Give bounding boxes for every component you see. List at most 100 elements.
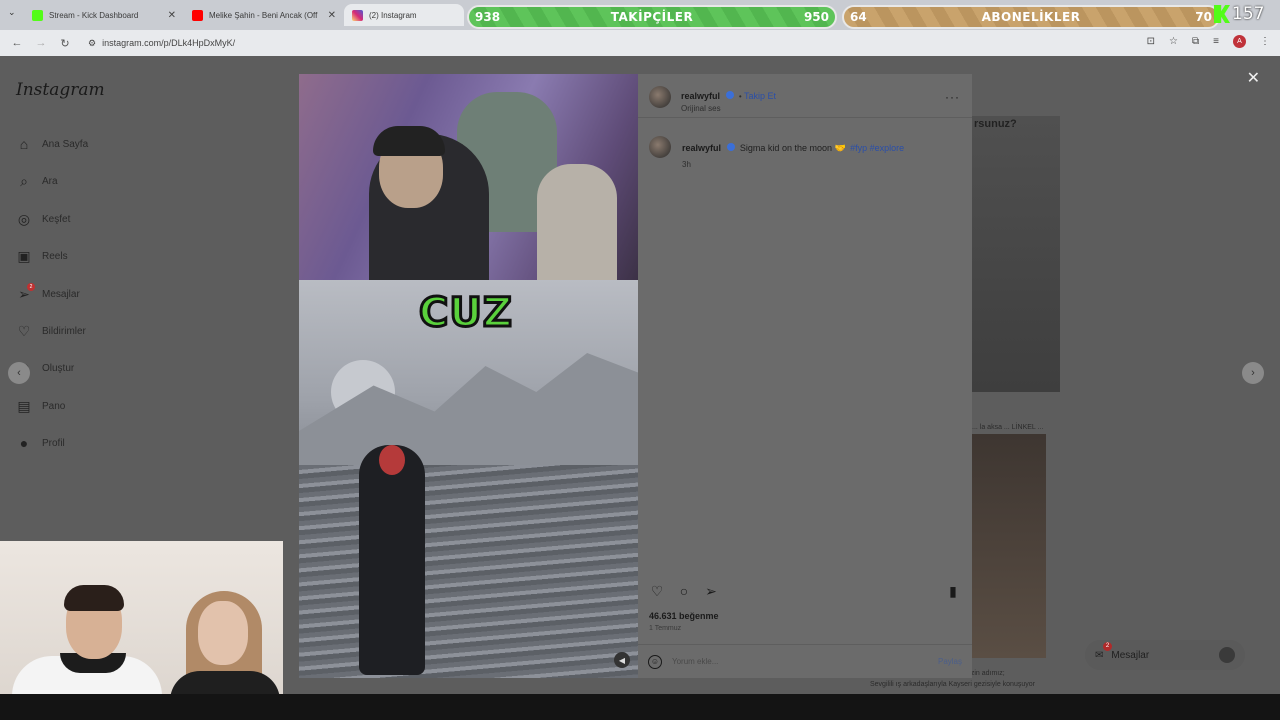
post-caption: realwyful Sigma kid on the moon 🤝 #fyp #… bbox=[682, 138, 962, 169]
comment-box: ☺ Yorum ekle... Paylaş bbox=[638, 644, 972, 678]
messages-badge: 2 bbox=[27, 283, 35, 291]
subs-current: 64 bbox=[850, 10, 867, 24]
sidebar-item-label: Reels bbox=[42, 250, 68, 262]
youtube-favicon-icon bbox=[192, 9, 203, 21]
comment-input[interactable]: Yorum ekle... bbox=[672, 657, 928, 666]
feed-thumbnail[interactable] bbox=[972, 434, 1046, 658]
comment-icon[interactable]: ○ bbox=[675, 582, 693, 600]
sidebar-item-label: Ara bbox=[42, 175, 58, 187]
webcam-person-head bbox=[198, 601, 248, 665]
video-gameplay: CUZ bbox=[299, 280, 638, 678]
sidebar-item-explore[interactable]: ◎ Keşfet bbox=[16, 211, 70, 227]
prev-post-button[interactable]: ‹ bbox=[8, 362, 30, 384]
author-avatar[interactable] bbox=[649, 86, 671, 108]
sidebar-item-notifications[interactable]: ♡ Bildirimler bbox=[16, 323, 86, 339]
messages-pill[interactable]: ✉ 2 Mesajlar bbox=[1085, 640, 1245, 670]
messages-badge: 2 bbox=[1103, 642, 1112, 651]
followers-label: TAKİPÇİLER bbox=[610, 10, 694, 24]
thumbnail-caption: Sevgilili ış arkadaşlarıyla Kayseri gezi… bbox=[870, 681, 1035, 688]
messenger-icon: ➢ 2 bbox=[16, 283, 35, 302]
forward-icon[interactable]: → bbox=[34, 37, 48, 49]
more-options-icon[interactable]: ··· bbox=[945, 90, 960, 104]
sidebar-item-label: Keşfet bbox=[42, 213, 71, 225]
bookmark-star-icon[interactable]: ☆ bbox=[1169, 36, 1178, 47]
like-heart-icon[interactable]: ♡ bbox=[648, 582, 666, 600]
tab-kick-dashboard[interactable]: Stream - Kick Dashboard ✕ bbox=[24, 4, 184, 26]
sidebar-item-label: Bildirimler bbox=[42, 325, 86, 337]
streamer-webcam bbox=[0, 541, 283, 700]
post-video[interactable]: CUZ ◀ bbox=[299, 74, 638, 678]
sidebar-item-label: Profil bbox=[42, 437, 65, 449]
followers-goal-bar: 938 TAKİPÇİLER 950 bbox=[467, 5, 837, 29]
dashboard-icon: ▤ bbox=[17, 397, 31, 414]
feed-thumbnail[interactable] bbox=[972, 116, 1060, 392]
post-comment-button[interactable]: Paylaş bbox=[938, 657, 962, 666]
audio-label[interactable]: Orijinal ses bbox=[681, 104, 776, 113]
share-icon[interactable]: ➢ bbox=[702, 582, 720, 600]
sidebar-item-profile[interactable]: ● Profil bbox=[16, 435, 65, 451]
tab-instagram[interactable]: (2) Instagram bbox=[344, 4, 464, 26]
video-facecam bbox=[299, 74, 638, 280]
reload-icon[interactable]: ↻ bbox=[58, 37, 72, 50]
sidebar-item-label: Ana Sayfa bbox=[42, 138, 89, 150]
extensions-icon[interactable]: ⧉ bbox=[1192, 36, 1199, 47]
verified-badge-icon bbox=[727, 142, 736, 151]
caption-hashtags[interactable]: #fyp #explore bbox=[850, 143, 904, 153]
game-character-head bbox=[379, 445, 405, 475]
thumbnail-caption: ... la aksa ... LİNKEL ... bbox=[972, 424, 1044, 431]
kick-viewer-badge: 157 bbox=[1214, 4, 1264, 24]
site-info-icon[interactable]: ⚙ bbox=[88, 38, 96, 49]
install-icon[interactable]: ⊡ bbox=[1147, 36, 1155, 47]
emoji-icon[interactable]: ☺ bbox=[648, 654, 662, 669]
close-tab-icon[interactable]: ✕ bbox=[328, 10, 336, 21]
tab-label: Melike Şahin - Beni Ancak (Off bbox=[209, 10, 318, 20]
webcam-person-hair bbox=[64, 585, 124, 611]
url-field[interactable]: ⚙ instagram.com/p/DLk4HpDxMyK/ bbox=[88, 38, 235, 49]
thumbnail-overlay-text: rsunuz? bbox=[974, 118, 1017, 130]
compass-icon: ◎ bbox=[17, 210, 31, 227]
tab-label: Stream - Kick Dashboard bbox=[49, 10, 139, 20]
media-control-icon[interactable]: ≡ bbox=[1213, 36, 1219, 47]
url-text: instagram.com/p/DLk4HpDxMyK/ bbox=[102, 38, 236, 48]
sidebar-item-messages[interactable]: ➢ 2 Mesajlar bbox=[16, 283, 80, 302]
video-person bbox=[537, 164, 617, 280]
subs-label: ABONELİKLER bbox=[981, 10, 1081, 24]
profile-avatar[interactable]: A bbox=[1233, 35, 1246, 48]
next-post-button[interactable]: › bbox=[1242, 362, 1264, 384]
kick-favicon-icon bbox=[32, 9, 43, 21]
instagram-logo[interactable]: Instagram bbox=[16, 80, 105, 100]
game-mountains bbox=[299, 353, 638, 470]
back-icon[interactable]: ← bbox=[10, 37, 24, 49]
avatar bbox=[1219, 647, 1235, 663]
menu-kebab-icon[interactable]: ⋮ bbox=[1260, 36, 1270, 47]
post-details-panel: realwyful • Takip Et Orijinal ses ··· re… bbox=[638, 74, 972, 678]
tab-search-icon[interactable]: ⌄ bbox=[8, 7, 16, 18]
like-count[interactable]: 46.631 beğenme bbox=[649, 611, 719, 621]
sidebar-item-search[interactable]: ⌕ Ara bbox=[16, 173, 58, 189]
volume-icon[interactable]: ◀ bbox=[614, 652, 630, 668]
post-date: 1 Temmuz bbox=[649, 625, 682, 632]
tab-label: (2) Instagram bbox=[369, 10, 417, 20]
browser-addressbar: ← → ↻ ⚙ instagram.com/p/DLk4HpDxMyK/ ⊡ ☆… bbox=[0, 30, 1280, 56]
viewer-count: 157 bbox=[1232, 4, 1265, 24]
post-header: realwyful • Takip Et Orijinal ses ··· bbox=[638, 74, 972, 118]
save-bookmark-icon[interactable]: ▮ bbox=[944, 582, 962, 600]
author-username[interactable]: realwyful bbox=[681, 91, 720, 101]
followers-goal: 950 bbox=[803, 10, 829, 24]
sidebar-item-dashboard[interactable]: ▤ Pano bbox=[16, 398, 65, 414]
sidebar-item-reels[interactable]: ▣ Reels bbox=[16, 248, 68, 264]
sidebar-item-label: Pano bbox=[42, 400, 66, 412]
close-icon[interactable]: ✕ bbox=[1247, 68, 1260, 88]
subs-goal-bar: 64 ABONELİKLER 70 bbox=[842, 5, 1220, 29]
post-modal: CUZ ◀ realwyful • Takip Et Orijinal ses … bbox=[299, 74, 972, 678]
taskbar-strip bbox=[0, 694, 1280, 720]
messages-pill-label: Mesajlar bbox=[1111, 649, 1150, 661]
author-avatar[interactable] bbox=[649, 136, 671, 158]
tab-youtube[interactable]: Melike Şahin - Beni Ancak (Off ✕ bbox=[184, 4, 344, 26]
home-icon: ⌂ bbox=[19, 136, 29, 152]
close-tab-icon[interactable]: ✕ bbox=[168, 10, 176, 21]
sidebar-item-home[interactable]: ⌂ Ana Sayfa bbox=[16, 136, 88, 152]
messenger-icon: ✉ bbox=[1095, 649, 1104, 661]
caption-username[interactable]: realwyful bbox=[682, 143, 721, 153]
follow-button[interactable]: Takip Et bbox=[744, 91, 776, 101]
